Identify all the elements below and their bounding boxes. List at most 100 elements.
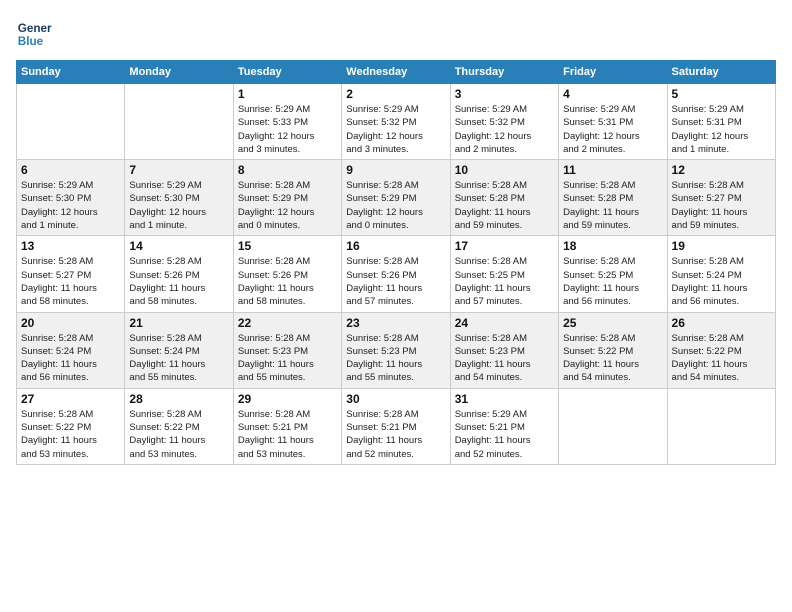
calendar-cell: 22 Sunrise: 5:28 AM Sunset: 5:23 PM Dayli… bbox=[233, 312, 341, 388]
day-header-saturday: Saturday bbox=[667, 61, 775, 84]
day-number: 13 bbox=[21, 239, 120, 253]
day-number: 14 bbox=[129, 239, 228, 253]
day-info: Sunrise: 5:28 AM Sunset: 5:25 PM Dayligh… bbox=[563, 255, 662, 308]
calendar-header-row: SundayMondayTuesdayWednesdayThursdayFrid… bbox=[17, 61, 776, 84]
calendar-week-2: 6 Sunrise: 5:29 AM Sunset: 5:30 PM Daylig… bbox=[17, 160, 776, 236]
day-number: 25 bbox=[563, 316, 662, 330]
calendar-cell bbox=[17, 84, 125, 160]
calendar-cell: 30 Sunrise: 5:28 AM Sunset: 5:21 PM Dayli… bbox=[342, 388, 450, 464]
day-info: Sunrise: 5:28 AM Sunset: 5:22 PM Dayligh… bbox=[129, 408, 228, 461]
day-info: Sunrise: 5:29 AM Sunset: 5:30 PM Dayligh… bbox=[129, 179, 228, 232]
logo-icon: General Blue bbox=[16, 16, 52, 52]
calendar-cell bbox=[667, 388, 775, 464]
day-number: 24 bbox=[455, 316, 554, 330]
svg-text:General: General bbox=[18, 22, 52, 35]
calendar-cell: 7 Sunrise: 5:29 AM Sunset: 5:30 PM Daylig… bbox=[125, 160, 233, 236]
calendar-cell: 13 Sunrise: 5:28 AM Sunset: 5:27 PM Dayli… bbox=[17, 236, 125, 312]
day-info: Sunrise: 5:29 AM Sunset: 5:31 PM Dayligh… bbox=[563, 103, 662, 156]
day-number: 8 bbox=[238, 163, 337, 177]
calendar-cell: 18Sunrise: 5:28 AM Sunset: 5:25 PM Dayli… bbox=[559, 236, 667, 312]
day-header-monday: Monday bbox=[125, 61, 233, 84]
day-number: 11 bbox=[563, 163, 662, 177]
calendar-cell: 29 Sunrise: 5:28 AM Sunset: 5:21 PM Dayli… bbox=[233, 388, 341, 464]
page-header: General Blue bbox=[16, 16, 776, 52]
day-number: 6 bbox=[21, 163, 120, 177]
logo: General Blue bbox=[16, 16, 52, 52]
calendar-cell: 26 Sunrise: 5:28 AM Sunset: 5:22 PM Dayli… bbox=[667, 312, 775, 388]
day-number: 28 bbox=[129, 392, 228, 406]
day-info: Sunrise: 5:29 AM Sunset: 5:32 PM Dayligh… bbox=[455, 103, 554, 156]
day-number: 31 bbox=[455, 392, 554, 406]
day-info: Sunrise: 5:28 AM Sunset: 5:25 PM Dayligh… bbox=[455, 255, 554, 308]
day-number: 30 bbox=[346, 392, 445, 406]
day-number: 27 bbox=[21, 392, 120, 406]
calendar-cell: 23 Sunrise: 5:28 AM Sunset: 5:23 PM Dayli… bbox=[342, 312, 450, 388]
calendar-cell: 31 Sunrise: 5:29 AM Sunset: 5:21 PM Dayli… bbox=[450, 388, 558, 464]
calendar-cell: 28 Sunrise: 5:28 AM Sunset: 5:22 PM Dayli… bbox=[125, 388, 233, 464]
day-number: 5 bbox=[672, 87, 771, 101]
calendar-cell: 17 Sunrise: 5:28 AM Sunset: 5:25 PM Dayli… bbox=[450, 236, 558, 312]
calendar-cell: 9Sunrise: 5:28 AM Sunset: 5:29 PM Daylig… bbox=[342, 160, 450, 236]
day-number: 7 bbox=[129, 163, 228, 177]
day-info: Sunrise: 5:28 AM Sunset: 5:29 PM Dayligh… bbox=[346, 179, 445, 232]
day-info: Sunrise: 5:29 AM Sunset: 5:31 PM Dayligh… bbox=[672, 103, 771, 156]
calendar-week-4: 20 Sunrise: 5:28 AM Sunset: 5:24 PM Dayli… bbox=[17, 312, 776, 388]
day-info: Sunrise: 5:28 AM Sunset: 5:27 PM Dayligh… bbox=[21, 255, 120, 308]
svg-text:Blue: Blue bbox=[18, 35, 44, 48]
day-info: Sunrise: 5:29 AM Sunset: 5:33 PM Dayligh… bbox=[238, 103, 337, 156]
day-number: 21 bbox=[129, 316, 228, 330]
day-header-wednesday: Wednesday bbox=[342, 61, 450, 84]
day-info: Sunrise: 5:28 AM Sunset: 5:24 PM Dayligh… bbox=[672, 255, 771, 308]
calendar-cell: 2Sunrise: 5:29 AM Sunset: 5:32 PM Daylig… bbox=[342, 84, 450, 160]
day-info: Sunrise: 5:28 AM Sunset: 5:28 PM Dayligh… bbox=[563, 179, 662, 232]
calendar-table: SundayMondayTuesdayWednesdayThursdayFrid… bbox=[16, 60, 776, 465]
day-info: Sunrise: 5:28 AM Sunset: 5:22 PM Dayligh… bbox=[563, 332, 662, 385]
calendar-cell: 8Sunrise: 5:28 AM Sunset: 5:29 PM Daylig… bbox=[233, 160, 341, 236]
calendar-cell: 1Sunrise: 5:29 AM Sunset: 5:33 PM Daylig… bbox=[233, 84, 341, 160]
day-number: 26 bbox=[672, 316, 771, 330]
day-number: 12 bbox=[672, 163, 771, 177]
day-info: Sunrise: 5:28 AM Sunset: 5:27 PM Dayligh… bbox=[672, 179, 771, 232]
day-info: Sunrise: 5:28 AM Sunset: 5:26 PM Dayligh… bbox=[346, 255, 445, 308]
day-info: Sunrise: 5:29 AM Sunset: 5:30 PM Dayligh… bbox=[21, 179, 120, 232]
calendar-cell: 10 Sunrise: 5:28 AM Sunset: 5:28 PM Dayli… bbox=[450, 160, 558, 236]
day-info: Sunrise: 5:28 AM Sunset: 5:24 PM Dayligh… bbox=[129, 332, 228, 385]
day-info: Sunrise: 5:28 AM Sunset: 5:26 PM Dayligh… bbox=[129, 255, 228, 308]
day-info: Sunrise: 5:28 AM Sunset: 5:23 PM Dayligh… bbox=[238, 332, 337, 385]
day-info: Sunrise: 5:28 AM Sunset: 5:22 PM Dayligh… bbox=[672, 332, 771, 385]
day-info: Sunrise: 5:28 AM Sunset: 5:24 PM Dayligh… bbox=[21, 332, 120, 385]
day-info: Sunrise: 5:28 AM Sunset: 5:21 PM Dayligh… bbox=[238, 408, 337, 461]
calendar-cell: 6 Sunrise: 5:29 AM Sunset: 5:30 PM Daylig… bbox=[17, 160, 125, 236]
day-header-tuesday: Tuesday bbox=[233, 61, 341, 84]
calendar-week-5: 27 Sunrise: 5:28 AM Sunset: 5:22 PM Dayli… bbox=[17, 388, 776, 464]
day-number: 23 bbox=[346, 316, 445, 330]
day-header-sunday: Sunday bbox=[17, 61, 125, 84]
calendar-cell: 11 Sunrise: 5:28 AM Sunset: 5:28 PM Dayli… bbox=[559, 160, 667, 236]
day-info: Sunrise: 5:28 AM Sunset: 5:23 PM Dayligh… bbox=[346, 332, 445, 385]
day-number: 10 bbox=[455, 163, 554, 177]
day-number: 15 bbox=[238, 239, 337, 253]
day-info: Sunrise: 5:29 AM Sunset: 5:21 PM Dayligh… bbox=[455, 408, 554, 461]
day-info: Sunrise: 5:29 AM Sunset: 5:32 PM Dayligh… bbox=[346, 103, 445, 156]
calendar-cell: 27Sunrise: 5:28 AM Sunset: 5:22 PM Dayli… bbox=[17, 388, 125, 464]
calendar-week-1: 1Sunrise: 5:29 AM Sunset: 5:33 PM Daylig… bbox=[17, 84, 776, 160]
calendar-cell: 20 Sunrise: 5:28 AM Sunset: 5:24 PM Dayli… bbox=[17, 312, 125, 388]
day-number: 22 bbox=[238, 316, 337, 330]
calendar-cell: 14 Sunrise: 5:28 AM Sunset: 5:26 PM Dayli… bbox=[125, 236, 233, 312]
calendar-cell: 4Sunrise: 5:29 AM Sunset: 5:31 PM Daylig… bbox=[559, 84, 667, 160]
calendar-cell bbox=[125, 84, 233, 160]
day-info: Sunrise: 5:28 AM Sunset: 5:23 PM Dayligh… bbox=[455, 332, 554, 385]
day-info: Sunrise: 5:28 AM Sunset: 5:26 PM Dayligh… bbox=[238, 255, 337, 308]
day-number: 3 bbox=[455, 87, 554, 101]
calendar-cell bbox=[559, 388, 667, 464]
calendar-cell: 5 Sunrise: 5:29 AM Sunset: 5:31 PM Daylig… bbox=[667, 84, 775, 160]
calendar-week-3: 13 Sunrise: 5:28 AM Sunset: 5:27 PM Dayli… bbox=[17, 236, 776, 312]
day-number: 29 bbox=[238, 392, 337, 406]
calendar-cell: 12 Sunrise: 5:28 AM Sunset: 5:27 PM Dayli… bbox=[667, 160, 775, 236]
day-info: Sunrise: 5:28 AM Sunset: 5:28 PM Dayligh… bbox=[455, 179, 554, 232]
day-number: 16 bbox=[346, 239, 445, 253]
calendar-cell: 19Sunrise: 5:28 AM Sunset: 5:24 PM Dayli… bbox=[667, 236, 775, 312]
day-number: 17 bbox=[455, 239, 554, 253]
day-number: 20 bbox=[21, 316, 120, 330]
day-info: Sunrise: 5:28 AM Sunset: 5:21 PM Dayligh… bbox=[346, 408, 445, 461]
